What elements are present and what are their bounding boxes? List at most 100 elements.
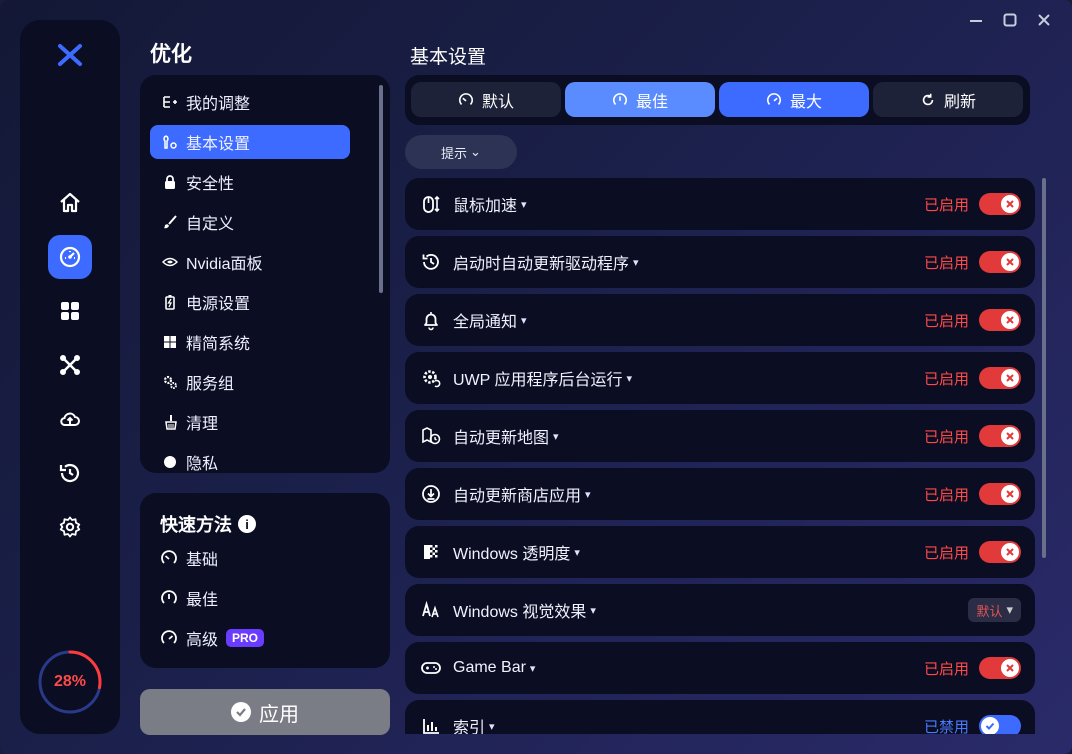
check-circle-icon bbox=[231, 702, 251, 722]
rail-home[interactable] bbox=[48, 181, 92, 225]
rail-settings[interactable] bbox=[48, 505, 92, 549]
setting-label: 全局通知 bbox=[453, 314, 518, 331]
preset-best-button[interactable]: 最佳 bbox=[565, 82, 715, 117]
menu-item-debloat[interactable]: 精简系统 bbox=[150, 325, 350, 359]
broom-icon bbox=[160, 412, 180, 432]
rail-dashboard[interactable] bbox=[48, 235, 92, 279]
brush-icon bbox=[160, 212, 180, 232]
menu-item-label: 服务组 bbox=[186, 376, 235, 393]
setting-status: 已禁用 bbox=[923, 718, 969, 735]
setting-toggle[interactable] bbox=[979, 425, 1021, 447]
setting-status: 已启用 bbox=[923, 660, 969, 678]
chevron-down-icon[interactable]: ▾ bbox=[553, 430, 559, 443]
chevron-down-icon[interactable]: ▾ bbox=[633, 256, 639, 269]
chevron-down-icon[interactable]: ▾ bbox=[574, 546, 580, 559]
settings-scrollbar[interactable] bbox=[1042, 178, 1046, 558]
minimize-icon[interactable] bbox=[966, 10, 986, 30]
preset-default-button[interactable]: 默认 bbox=[411, 82, 561, 117]
chevron-down-icon: ⌄ bbox=[470, 144, 481, 159]
transparency-icon bbox=[419, 540, 443, 564]
settings-list: 鼠标加速 ▾ 已启用 启动时自动更新驱动程序 ▾ 已启用 全局通知 ▾ 已启用 UWP… bbox=[405, 178, 1035, 734]
menu-item-privacy[interactable]: 隐私 bbox=[150, 445, 350, 473]
gauge-high-icon bbox=[767, 92, 781, 105]
apply-button[interactable]: 应用 bbox=[140, 689, 390, 735]
chevron-down-icon[interactable]: ▾ bbox=[489, 720, 495, 733]
setting-toggle[interactable] bbox=[979, 657, 1021, 679]
quick-item-advanced[interactable]: 高级 PRO bbox=[160, 626, 265, 650]
chevron-down-icon[interactable]: ▾ bbox=[627, 372, 633, 385]
progress-ring: 28% bbox=[36, 648, 104, 716]
rail-cloud[interactable] bbox=[48, 397, 92, 441]
quick-item-label: 最佳 bbox=[186, 592, 219, 609]
menu-item-label: 精简系统 bbox=[186, 336, 251, 353]
gauge-mid-icon bbox=[161, 590, 177, 604]
menu-item-label: 清理 bbox=[186, 416, 219, 433]
progress-percent: 28% bbox=[53, 673, 87, 690]
toggle-off-x-icon bbox=[1001, 485, 1019, 503]
rail-apps[interactable] bbox=[48, 289, 92, 333]
setting-toggle[interactable] bbox=[979, 193, 1021, 215]
rail-restore[interactable] bbox=[48, 451, 92, 495]
menu-item-clean[interactable]: 清理 bbox=[150, 405, 350, 439]
setting-row-map-update[interactable]: 自动更新地图 ▾ 已启用 bbox=[405, 410, 1035, 462]
tools-icon bbox=[160, 132, 180, 152]
preset-max-button[interactable]: 最大 bbox=[719, 82, 869, 117]
toggle-off-x-icon bbox=[1001, 427, 1019, 445]
hint-dropdown[interactable]: 提示 ⌄ bbox=[405, 135, 517, 169]
menu-item-my-tweaks[interactable]: 我的调整 bbox=[150, 85, 350, 119]
chevron-down-icon[interactable]: ▾ bbox=[590, 604, 596, 617]
gauge-low-icon bbox=[459, 92, 473, 105]
page-title: 基本设置 bbox=[410, 47, 487, 68]
menu-item-basic-settings[interactable]: 基本设置 bbox=[150, 125, 350, 159]
setting-toggle[interactable] bbox=[979, 715, 1021, 734]
menu-item-label: 电源设置 bbox=[186, 296, 251, 313]
info-icon[interactable]: i bbox=[238, 515, 256, 533]
setting-row-mouse-accel[interactable]: 鼠标加速 ▾ 已启用 bbox=[405, 178, 1035, 230]
setting-toggle[interactable] bbox=[979, 309, 1021, 331]
setting-label: UWP 应用程序后台运行 bbox=[453, 372, 623, 389]
setting-row-notifications[interactable]: 全局通知 ▾ 已启用 bbox=[405, 294, 1035, 346]
menu-scrollbar[interactable] bbox=[379, 85, 383, 293]
toggle-off-x-icon bbox=[1001, 659, 1019, 677]
list-add-icon bbox=[160, 92, 180, 112]
privacy-icon bbox=[160, 452, 180, 472]
toggle-on-check-icon bbox=[981, 717, 999, 734]
rail-network[interactable] bbox=[48, 343, 92, 387]
menu-item-security[interactable]: 安全性 bbox=[150, 165, 350, 199]
chevron-down-icon[interactable]: ▾ bbox=[585, 488, 591, 501]
chevron-down-icon[interactable]: ▾ bbox=[521, 314, 527, 327]
setting-row-transparency[interactable]: Windows 透明度 ▾ 已启用 bbox=[405, 526, 1035, 578]
app-window: 28% 优化 我的调整 基本设置 安全性 自定义 Nvidia面板 电源设置 精… bbox=[0, 0, 1072, 754]
gauge-high-icon bbox=[161, 630, 177, 644]
setting-row-visual-effects[interactable]: Windows 视觉效果 ▾ 默认 ▾ bbox=[405, 584, 1035, 636]
setting-toggle[interactable] bbox=[979, 541, 1021, 563]
setting-status: 已启用 bbox=[923, 486, 969, 504]
setting-row-game-bar[interactable]: Game Bar ▾ 已启用 bbox=[405, 642, 1035, 694]
menu-item-customize[interactable]: 自定义 bbox=[150, 205, 350, 239]
quick-item-basic[interactable]: 基础 bbox=[160, 546, 218, 570]
setting-status: 已启用 bbox=[923, 196, 969, 214]
setting-label: 自动更新商店应用 bbox=[453, 488, 582, 505]
setting-row-driver-update[interactable]: 启动时自动更新驱动程序 ▾ 已启用 bbox=[405, 236, 1035, 288]
setting-row-store-update[interactable]: 自动更新商店应用 ▾ 已启用 bbox=[405, 468, 1035, 520]
setting-default-dropdown[interactable]: 默认 ▾ bbox=[968, 598, 1021, 622]
close-icon[interactable] bbox=[1034, 10, 1054, 30]
menu-item-nvidia[interactable]: Nvidia面板 bbox=[150, 245, 350, 279]
nvidia-icon bbox=[160, 252, 180, 272]
chevron-down-icon: ▾ bbox=[1006, 602, 1013, 617]
menu-item-services[interactable]: 服务组 bbox=[150, 365, 350, 399]
home-icon bbox=[60, 192, 80, 213]
setting-row-indexing[interactable]: 索引 ▾ 已禁用 bbox=[405, 700, 1035, 734]
maximize-icon[interactable] bbox=[1000, 10, 1020, 30]
quick-item-best[interactable]: 最佳 bbox=[160, 586, 218, 610]
chevron-down-icon[interactable]: ▾ bbox=[521, 198, 527, 211]
setting-row-uwp-background[interactable]: UWP 应用程序后台运行 ▾ 已启用 bbox=[405, 352, 1035, 404]
setting-status: 已启用 bbox=[923, 370, 969, 388]
preset-refresh-button[interactable]: 刷新 bbox=[873, 82, 1023, 117]
setting-toggle[interactable] bbox=[979, 367, 1021, 389]
chevron-down-icon[interactable]: ▾ bbox=[530, 662, 536, 675]
setting-toggle[interactable] bbox=[979, 251, 1021, 273]
setting-toggle[interactable] bbox=[979, 483, 1021, 505]
cloud-upload-icon bbox=[60, 412, 80, 426]
menu-item-power[interactable]: 电源设置 bbox=[150, 285, 350, 319]
